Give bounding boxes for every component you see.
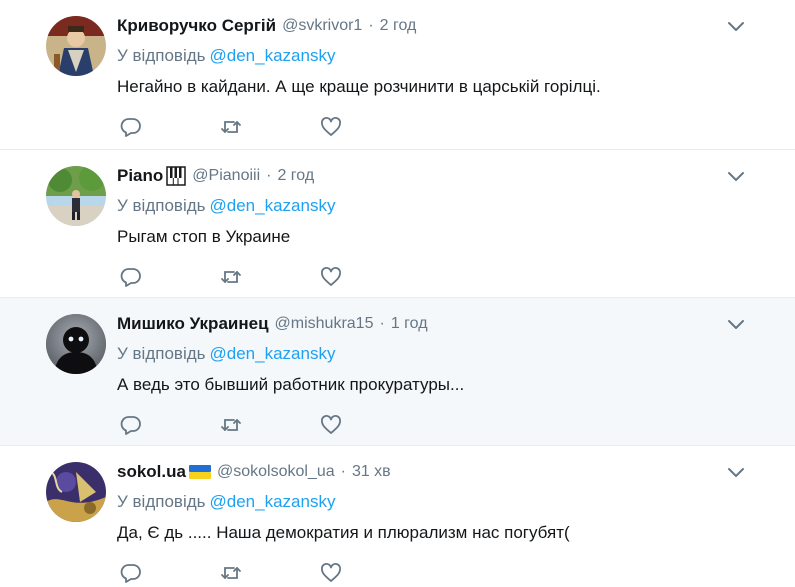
reply-feed: Криворучко Сергій @svkrivor1 · 2 год У в… <box>0 0 795 587</box>
avatar[interactable] <box>46 166 106 226</box>
timestamp[interactable]: 2 год <box>277 167 314 185</box>
display-name[interactable]: Криворучко Сергій <box>117 16 276 36</box>
chevron-down-icon[interactable] <box>727 318 745 332</box>
reply-context: У відповідь @den_kazansky <box>117 194 775 218</box>
user-handle[interactable]: @mishukra15 <box>275 315 374 333</box>
mention-link[interactable]: @den_kazansky <box>210 196 336 215</box>
tweet-text: Да, Є дь ..... Наша демократия и плюрали… <box>117 523 570 542</box>
tweet-actions <box>120 116 360 138</box>
tweet-actions <box>120 266 360 288</box>
dark-figure-avatar-icon <box>46 314 106 374</box>
heart-icon[interactable] <box>320 116 344 138</box>
tweet-actions <box>120 562 360 584</box>
mention-link[interactable]: @den_kazansky <box>210 344 336 363</box>
separator-dot: · <box>340 463 346 480</box>
tweet-header: Мишико Украинец @mishukra15 · 1 год <box>117 312 775 336</box>
user-handle[interactable]: @sokolsokol_ua <box>217 463 335 481</box>
reply-prefix: У відповідь <box>117 344 206 363</box>
retweet-icon[interactable] <box>220 266 244 288</box>
chevron-down-icon[interactable] <box>727 20 745 34</box>
abstract-art-avatar-icon <box>46 462 106 522</box>
retweet-icon[interactable] <box>220 116 244 138</box>
reply-icon[interactable] <box>120 414 144 436</box>
user-handle[interactable]: @svkrivor1 <box>282 17 362 35</box>
reply-context: У відповідь @den_kazansky <box>117 490 775 514</box>
heart-icon[interactable] <box>320 562 344 584</box>
reply-icon[interactable] <box>120 116 144 138</box>
display-name[interactable]: sokol.ua <box>117 462 186 482</box>
avatar[interactable] <box>46 16 106 76</box>
tweet[interactable]: Криворучко Сергій @svkrivor1 · 2 год У в… <box>0 0 795 150</box>
heart-icon[interactable] <box>320 414 344 436</box>
separator-dot: · <box>368 17 374 34</box>
outdoor-photo-avatar-icon <box>46 166 106 226</box>
reply-icon[interactable] <box>120 266 144 288</box>
heart-icon[interactable] <box>320 266 344 288</box>
chevron-down-icon[interactable] <box>727 170 745 184</box>
tweet-text: А ведь это бывший работник прокуратуры..… <box>117 375 465 394</box>
tweet-header: sokol.ua @sokolsokol_ua · 31 хв <box>117 460 775 484</box>
timestamp[interactable]: 31 хв <box>352 463 391 481</box>
painted-portrait-avatar-icon <box>46 16 106 76</box>
reply-prefix: У відповідь <box>117 196 206 215</box>
tweet[interactable]: sokol.ua @sokolsokol_ua · 31 хв У відпов… <box>0 446 795 587</box>
piano-keys-emoji-icon <box>166 166 187 186</box>
tweet-actions <box>120 414 360 436</box>
reply-context: У відповідь @den_kazansky <box>117 44 775 68</box>
tweet-text: Рыгам стоп в Украине <box>117 227 291 246</box>
ukraine-flag-emoji-icon <box>188 464 211 480</box>
timestamp[interactable]: 2 год <box>380 17 417 35</box>
tweet-text: Негайно в кайдани. А ще краще розчинити … <box>117 77 601 96</box>
chevron-down-icon[interactable] <box>727 466 745 480</box>
user-handle[interactable]: @Pianoiii <box>192 167 260 185</box>
timestamp[interactable]: 1 год <box>391 315 428 333</box>
tweet-header: Криворучко Сергій @svkrivor1 · 2 год <box>117 14 775 38</box>
separator-dot: · <box>266 167 272 184</box>
display-name[interactable]: Piano <box>117 166 163 186</box>
reply-icon[interactable] <box>120 562 144 584</box>
mention-link[interactable]: @den_kazansky <box>210 492 336 511</box>
reply-context: У відповідь @den_kazansky <box>117 342 775 366</box>
reply-prefix: У відповідь <box>117 46 206 65</box>
separator-dot: · <box>379 315 385 332</box>
avatar[interactable] <box>46 462 106 522</box>
mention-link[interactable]: @den_kazansky <box>210 46 336 65</box>
retweet-icon[interactable] <box>220 562 244 584</box>
avatar[interactable] <box>46 314 106 374</box>
tweet[interactable]: Piano @Pianoiii · 2 год У відповідь @den… <box>0 150 795 298</box>
reply-prefix: У відповідь <box>117 492 206 511</box>
tweet[interactable]: Мишико Украинец @mishukra15 · 1 год У ві… <box>0 298 795 446</box>
retweet-icon[interactable] <box>220 414 244 436</box>
display-name[interactable]: Мишико Украинец <box>117 314 269 334</box>
tweet-header: Piano @Pianoiii · 2 год <box>117 164 775 188</box>
